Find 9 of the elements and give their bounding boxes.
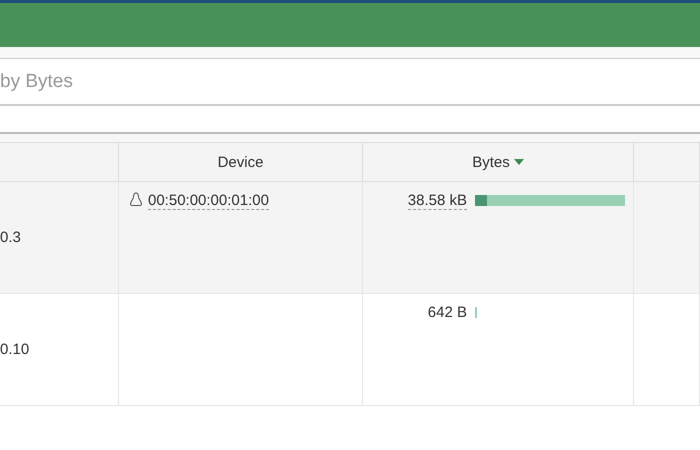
column-header[interactable]: Device bbox=[119, 143, 363, 182]
mac-address[interactable]: 00:50:00:00:01:00 bbox=[148, 192, 269, 210]
bytes-value: 642 B bbox=[428, 304, 467, 321]
column-header[interactable] bbox=[0, 143, 119, 182]
column-header[interactable] bbox=[634, 143, 700, 182]
ip-address[interactable]: 0.10 bbox=[0, 341, 30, 358]
column-header[interactable]: Bytes bbox=[363, 143, 634, 182]
ip-address[interactable]: 0.3 bbox=[0, 229, 21, 246]
bytes-value: 38.58 kB bbox=[408, 192, 467, 210]
